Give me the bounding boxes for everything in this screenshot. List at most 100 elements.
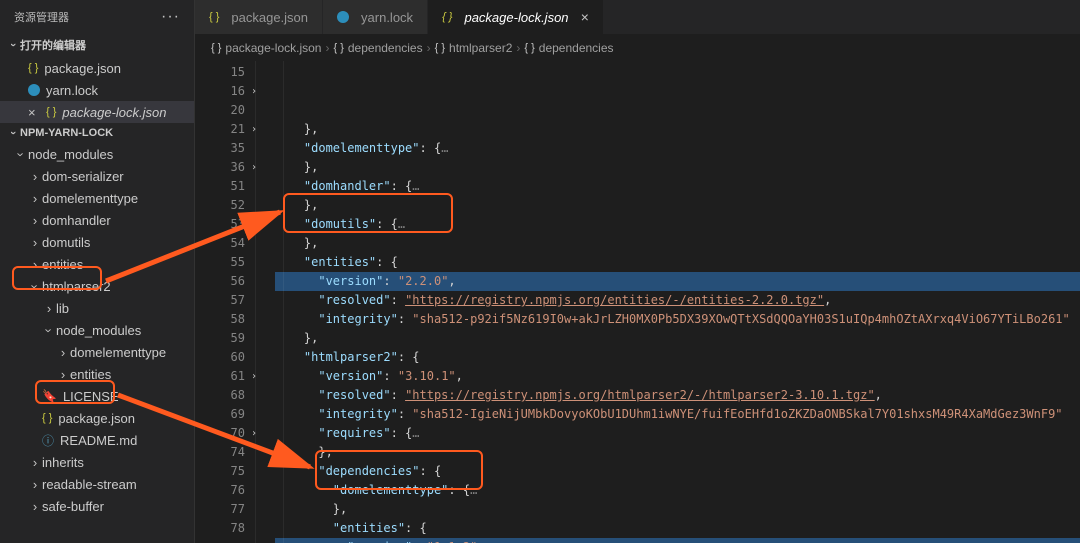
code-content[interactable]: }, "domelementtype": {… }, "domhandler":… <box>255 61 1080 543</box>
more-icon[interactable]: ··· <box>161 8 180 26</box>
breadcrumb[interactable]: { } package-lock.json › { } dependencies… <box>195 35 1080 61</box>
code-line[interactable]: "requires": {… <box>275 424 1080 443</box>
code-line[interactable]: "domhandler": {… <box>275 177 1080 196</box>
chevron-right-icon <box>28 499 42 514</box>
tab-package-lock-json[interactable]: package-lock.json × <box>428 0 604 34</box>
code-line[interactable]: }, <box>275 443 1080 462</box>
license-icon: 🔖 <box>42 389 57 403</box>
open-editor-item[interactable]: package.json <box>0 57 194 79</box>
breadcrumb-item[interactable]: htmlparser2 <box>449 41 512 55</box>
code-line[interactable]: }, <box>275 234 1080 253</box>
tree-item[interactable]: dom-serializer <box>0 165 194 187</box>
tree-item[interactable]: entities <box>0 253 194 275</box>
code-line[interactable]: "integrity": "sha512-p92if5Nz619I0w+akJr… <box>275 310 1080 329</box>
sidebar: 资源管理器 ··· 打开的编辑器 package.json yarn.lock … <box>0 0 195 543</box>
info-icon: ⓘ <box>42 432 54 449</box>
tab-bar: package.json yarn.lock package-lock.json… <box>195 0 1080 35</box>
tree-item[interactable]: entities <box>0 363 194 385</box>
chevron-right-icon <box>28 235 42 250</box>
open-editor-item[interactable]: yarn.lock <box>0 79 194 101</box>
tab-yarn-lock[interactable]: yarn.lock <box>323 0 428 34</box>
tree-item[interactable]: domhandler <box>0 209 194 231</box>
line-number: 61› <box>195 367 245 386</box>
tree-item[interactable]: domutils <box>0 231 194 253</box>
breadcrumb-item[interactable]: package-lock.json <box>225 41 321 55</box>
line-number: 74 <box>195 443 245 462</box>
code-line[interactable]: }, <box>275 500 1080 519</box>
open-editor-item-active[interactable]: × package-lock.json <box>0 101 194 123</box>
tree-item[interactable]: domelementtype <box>0 341 194 363</box>
explorer-title: 资源管理器 <box>14 9 69 25</box>
tree-label: node_modules <box>56 323 141 338</box>
close-icon[interactable]: × <box>28 105 42 120</box>
line-number: 60 <box>195 348 245 367</box>
code-line[interactable]: "domelementtype": {… <box>275 139 1080 158</box>
tree-item[interactable]: lib <box>0 297 194 319</box>
tree-item[interactable]: readable-stream <box>0 473 194 495</box>
code-line[interactable]: "integrity": "sha512-IgieNijUMbkDovyoKOb… <box>275 405 1080 424</box>
code-line[interactable]: "version": "1.1.2", <box>275 538 1080 543</box>
code-line[interactable]: "entities": { <box>275 519 1080 538</box>
code-line[interactable]: "resolved": "https://registry.npmjs.org/… <box>275 386 1080 405</box>
tree-label: README.md <box>60 433 137 448</box>
open-editors-section[interactable]: 打开的编辑器 <box>0 34 194 56</box>
brace-icon: { } <box>333 42 343 54</box>
tree-item[interactable]: package.json <box>0 407 194 429</box>
tree-label: lib <box>56 301 69 316</box>
code-line[interactable]: "domelementtype": {… <box>275 481 1080 500</box>
tree-item[interactable]: ⓘ README.md <box>0 429 194 451</box>
code-line[interactable]: "version": "3.10.1", <box>275 367 1080 386</box>
tree-item[interactable]: 🔖LICENSE <box>0 385 194 407</box>
code-line[interactable]: }, <box>275 158 1080 177</box>
tree-item[interactable]: node_modules <box>0 319 194 341</box>
json-icon <box>42 412 52 424</box>
yarn-icon <box>28 84 40 96</box>
chevron-right-icon <box>28 169 42 184</box>
tree-label: safe-buffer <box>42 499 104 514</box>
chevron-right-icon <box>56 345 70 360</box>
workspace-root[interactable]: NPM-YARN-LOCK <box>0 124 194 142</box>
line-number: 68 <box>195 386 245 405</box>
tree-label: htmlparser2 <box>42 279 111 294</box>
tree-item[interactable]: inherits <box>0 451 194 473</box>
code-line[interactable]: "entities": { <box>275 253 1080 272</box>
code-line[interactable]: "domutils": {… <box>275 215 1080 234</box>
chevron-down-icon <box>6 39 20 51</box>
editor[interactable]: 1516›2021›3536›5152535455565758596061›68… <box>195 61 1080 543</box>
line-number: 57 <box>195 291 245 310</box>
tree-label: inherits <box>42 455 84 470</box>
code-line[interactable]: "resolved": "https://registry.npmjs.org/… <box>275 291 1080 310</box>
open-editors-list: package.json yarn.lock × package-lock.js… <box>0 56 194 124</box>
tree-item[interactable]: node_modules <box>0 143 194 165</box>
line-number-gutter: 1516›2021›3536›5152535455565758596061›68… <box>195 61 255 543</box>
chevron-down-icon <box>28 279 42 294</box>
tree-item[interactable]: htmlparser2 <box>0 275 194 297</box>
file-label: package-lock.json <box>62 105 166 120</box>
code-line[interactable]: "dependencies": { <box>275 462 1080 481</box>
code-line[interactable]: "htmlparser2": { <box>275 348 1080 367</box>
code-line[interactable]: "version": "2.2.0", <box>275 272 1080 291</box>
line-number: 53 <box>195 215 245 234</box>
tree-label: package.json <box>58 411 135 426</box>
tab-package-json[interactable]: package.json <box>195 0 323 34</box>
tree-label: domelementtype <box>70 345 166 360</box>
tab-label: yarn.lock <box>361 10 413 25</box>
code-line[interactable]: }, <box>275 329 1080 348</box>
line-number: 15 <box>195 63 245 82</box>
app-root: 资源管理器 ··· 打开的编辑器 package.json yarn.lock … <box>0 0 1080 543</box>
breadcrumb-item[interactable]: dependencies <box>348 41 423 55</box>
line-number: 54 <box>195 234 245 253</box>
json-icon <box>209 11 219 23</box>
editor-area: package.json yarn.lock package-lock.json… <box>195 0 1080 543</box>
tab-label: package-lock.json <box>464 10 568 25</box>
tree-item[interactable]: safe-buffer <box>0 495 194 517</box>
line-number: 77 <box>195 500 245 519</box>
tree-item[interactable]: domelementtype <box>0 187 194 209</box>
line-number: 16› <box>195 82 245 101</box>
tree-label: dom-serializer <box>42 169 124 184</box>
code-line[interactable]: }, <box>275 196 1080 215</box>
breadcrumb-item[interactable]: dependencies <box>539 41 614 55</box>
code-line[interactable]: }, <box>275 120 1080 139</box>
line-number: 75 <box>195 462 245 481</box>
close-icon[interactable]: × <box>581 9 589 25</box>
